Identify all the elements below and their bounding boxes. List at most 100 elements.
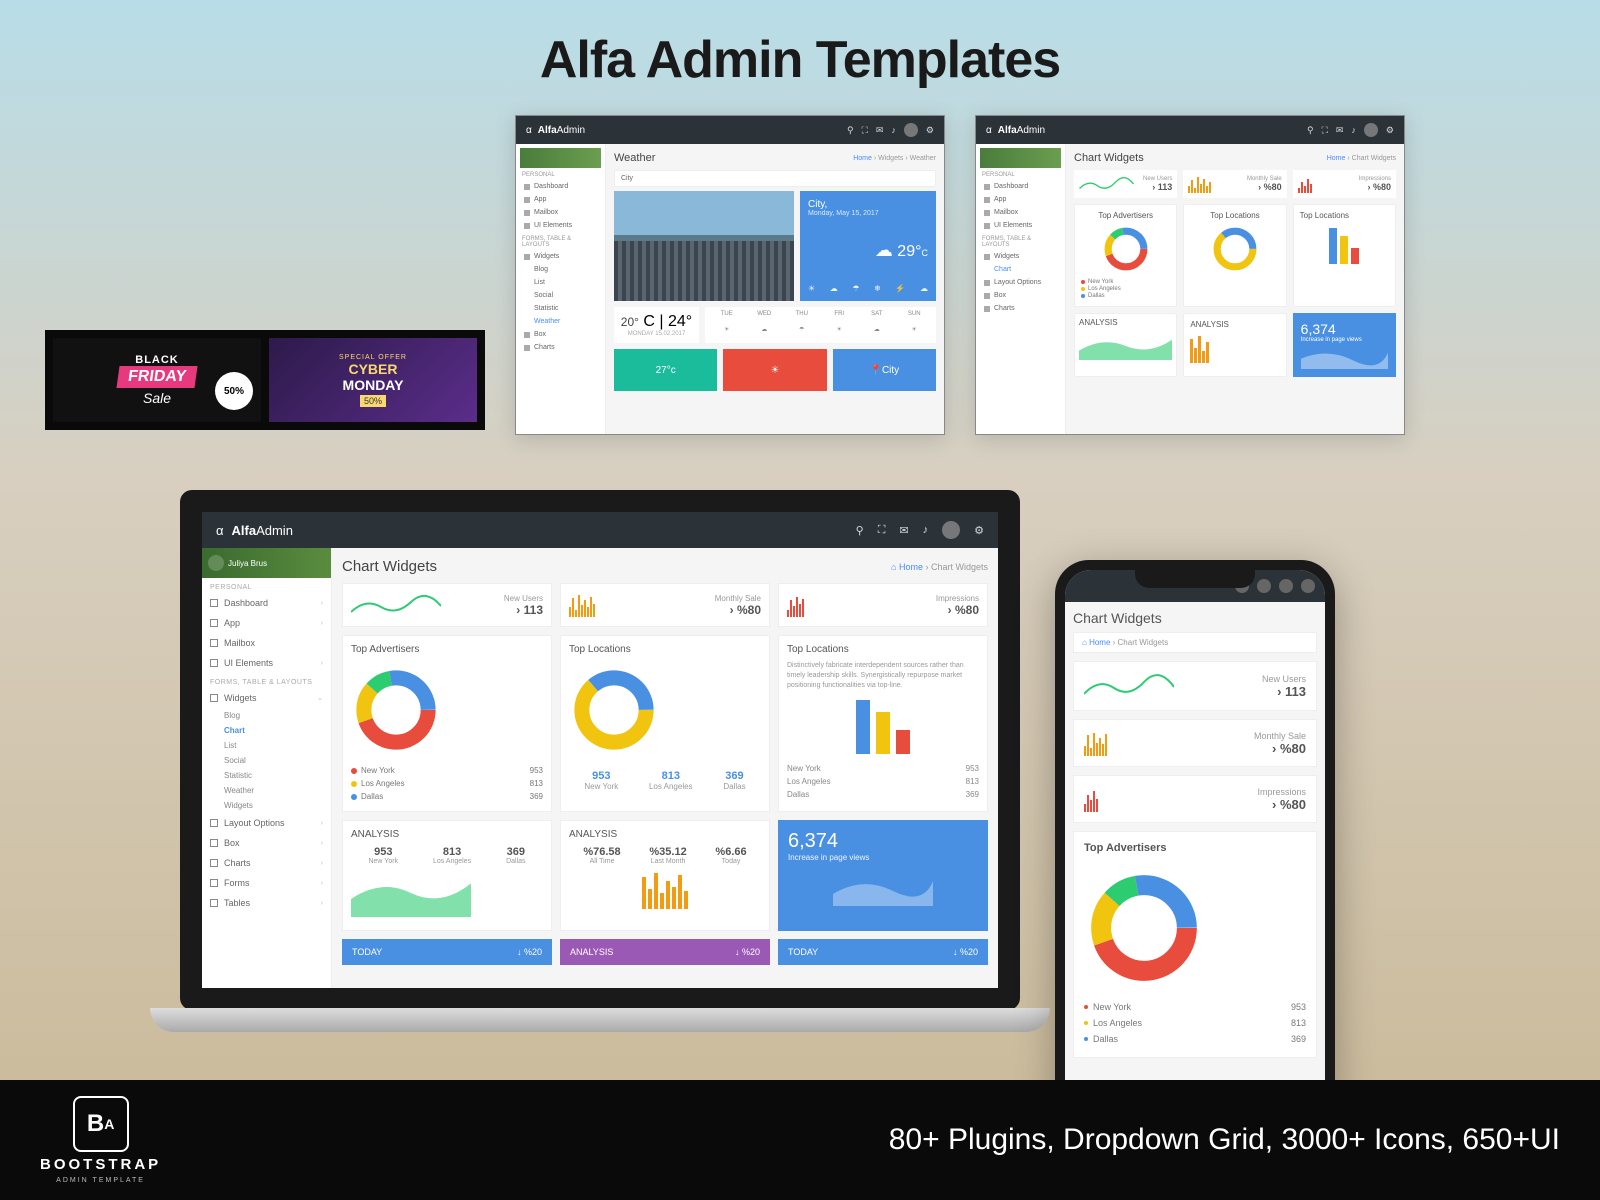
- topbar: α AlfaAdmin ⚲⛶✉♪⚙: [976, 116, 1404, 144]
- footer-tile-today2: TODAY↓ %20: [778, 939, 988, 965]
- mail-icon[interactable]: ✉: [1336, 125, 1344, 136]
- sidebar-ui[interactable]: UI Elements: [520, 219, 601, 232]
- page-views-card: 6,374Increase in page views: [1293, 313, 1396, 377]
- page-heading: Chart Widgets: [1073, 610, 1317, 626]
- page-views-card: 6,374 Increase in page views: [778, 820, 988, 931]
- breadcrumb: Home › Widgets › Weather: [853, 155, 936, 162]
- sidebar-sub[interactable]: Blog: [520, 263, 601, 276]
- page-title: Alfa Admin Templates: [540, 30, 1060, 90]
- cm-cyber-text: CYBER: [348, 361, 397, 377]
- sidebar-mailbox[interactable]: Mailbox: [520, 206, 601, 219]
- gear-icon[interactable]: ⚙: [1386, 125, 1394, 136]
- gear-icon[interactable]: [1301, 579, 1315, 593]
- search-icon[interactable]: ⚲: [1307, 125, 1314, 136]
- bell-icon[interactable]: [1257, 579, 1271, 593]
- sidebar-sub-statistic[interactable]: Statistic: [202, 768, 331, 783]
- sidebar-widgets[interactable]: Widgets⌄: [202, 688, 331, 708]
- breadcrumb: ⌂ Home › Chart Widgets: [891, 562, 988, 572]
- sidebar-forms[interactable]: Forms›: [202, 873, 331, 893]
- alpha-icon: α: [216, 523, 224, 538]
- analysis-area-card: ANALYSIS 953New York813Los Angeles369Dal…: [342, 820, 552, 931]
- weather-photo: [614, 191, 794, 301]
- stat-new-users: New Users› 113: [1073, 661, 1317, 711]
- cm-discount-badge: 50%: [360, 395, 386, 407]
- stat-new-users: New Users› 113: [342, 583, 552, 627]
- top-advertisers-card: Top Advertisers New York953 Los Angeles8…: [342, 635, 552, 812]
- bf-discount-badge: 50%: [215, 372, 253, 410]
- expand-icon[interactable]: ⛶: [878, 524, 886, 537]
- sidebar-ui[interactable]: UI Elements›: [202, 653, 331, 673]
- sidebar-dashboard[interactable]: Dashboard: [520, 180, 601, 193]
- weather-tile-blue: 📍 City: [833, 349, 936, 391]
- bell-icon[interactable]: ♪: [891, 125, 896, 135]
- footer-features: 80+ Plugins, Dropdown Grid, 3000+ Icons,…: [889, 1123, 1560, 1157]
- promo-banner[interactable]: BLACK FRIDAY Sale 50% SPECIAL OFFER CYBE…: [45, 330, 485, 430]
- stat-impressions: Impressions› %80: [1293, 170, 1396, 198]
- sidebar-header: PERSONAL: [202, 578, 331, 593]
- gear-icon[interactable]: ⚙: [974, 524, 984, 537]
- avatar[interactable]: [904, 123, 918, 137]
- sidebar-user[interactable]: [520, 148, 601, 168]
- preview-weather: α AlfaAdmin ⚲ ⛶ ✉ ♪ ⚙ PERSONAL Dashboard…: [515, 115, 945, 435]
- cm-monday-text: MONDAY: [343, 377, 404, 393]
- sidebar-sub-list[interactable]: List: [202, 738, 331, 753]
- stat-monthly: Monthly Sale› %80: [1073, 719, 1317, 767]
- sidebar-sub-social[interactable]: Social: [202, 753, 331, 768]
- weather-hero: City, Monday, May 15, 2017 ☁ 29°C ☀☁☂❄⚡☁: [800, 191, 936, 301]
- analysis-bars: ANALYSIS: [1183, 313, 1286, 377]
- bell-icon[interactable]: ♪: [923, 524, 929, 536]
- sidebar-sub[interactable]: Statistic: [520, 302, 601, 315]
- sidebar-charts[interactable]: Charts: [520, 341, 601, 354]
- sidebar-sub-blog[interactable]: Blog: [202, 708, 331, 723]
- gear-icon[interactable]: ⚙: [926, 125, 934, 136]
- avatar[interactable]: [942, 521, 960, 539]
- page-heading: Weather: [614, 152, 655, 164]
- sidebar-sub-widgets[interactable]: Widgets: [202, 798, 331, 813]
- analysis-area: ANALYSIS: [1074, 313, 1177, 377]
- footer-tile-analysis: ANALYSIS↓ %20: [560, 939, 770, 965]
- sidebar-layout[interactable]: Layout Options›: [202, 813, 331, 833]
- avatar[interactable]: [1364, 123, 1378, 137]
- bf-sale-text: Sale: [143, 390, 171, 406]
- sidebar-sub[interactable]: List: [520, 276, 601, 289]
- page-heading: Chart Widgets: [342, 558, 437, 575]
- black-friday-panel: BLACK FRIDAY Sale 50%: [53, 338, 261, 422]
- sidebar-box[interactable]: Box: [520, 328, 601, 341]
- sidebar-box[interactable]: Box›: [202, 833, 331, 853]
- brand-alfa: Alfa: [538, 125, 557, 136]
- phone-mockup: Chart Widgets ⌂ Home › Chart Widgets New…: [1055, 560, 1335, 1120]
- sidebar-sub[interactable]: Social: [520, 289, 601, 302]
- stat-impressions: Impressions› %80: [778, 583, 988, 627]
- sidebar: PERSONAL Dashboard App Mailbox UI Elemen…: [516, 144, 606, 434]
- top-advertisers-card: Top Advertisers New York953 Los Angeles8…: [1073, 831, 1317, 1058]
- expand-icon[interactable]: ⛶: [862, 125, 868, 136]
- sidebar-mailbox[interactable]: Mailbox: [202, 633, 331, 653]
- mail-icon[interactable]: ✉: [899, 524, 908, 537]
- top-locations-donut: Top Locations 953New York813Los Angeles3…: [560, 635, 770, 812]
- sidebar-app[interactable]: App›: [202, 613, 331, 633]
- bf-friday-text: FRIDAY: [116, 366, 197, 388]
- sidebar-user[interactable]: Juliya Brus: [202, 548, 331, 578]
- sidebar-tables[interactable]: Tables›: [202, 893, 331, 913]
- sidebar-dashboard[interactable]: Dashboard›: [202, 593, 331, 613]
- weather-tile-red: ☀: [723, 349, 826, 391]
- sidebar-widgets[interactable]: Widgets: [520, 250, 601, 263]
- sidebar-charts[interactable]: Charts›: [202, 853, 331, 873]
- stat-new-users: New Users› 113: [1074, 170, 1177, 198]
- alpha-icon: α: [526, 125, 532, 136]
- brand-admin: Admin: [557, 125, 585, 136]
- expand-icon[interactable]: ⛶: [1322, 125, 1328, 136]
- sidebar-header: FORMS, TABLE & LAYOUTS: [202, 673, 331, 688]
- sidebar-header-forms: FORMS, TABLE & LAYOUTS: [522, 236, 599, 248]
- cyber-monday-panel: SPECIAL OFFER CYBER MONDAY 50%: [269, 338, 477, 422]
- sidebar-sub-weather[interactable]: Weather: [202, 783, 331, 798]
- cm-special-text: SPECIAL OFFER: [339, 354, 407, 361]
- search-icon[interactable]: ⚲: [856, 524, 864, 537]
- sidebar-app[interactable]: App: [520, 193, 601, 206]
- sidebar-sub-chart[interactable]: Chart: [202, 723, 331, 738]
- avatar[interactable]: [1279, 579, 1293, 593]
- sidebar-sub-weather[interactable]: Weather: [520, 315, 601, 328]
- search-icon[interactable]: ⚲: [847, 125, 854, 136]
- mail-icon[interactable]: ✉: [876, 125, 884, 136]
- bell-icon[interactable]: ♪: [1351, 125, 1356, 135]
